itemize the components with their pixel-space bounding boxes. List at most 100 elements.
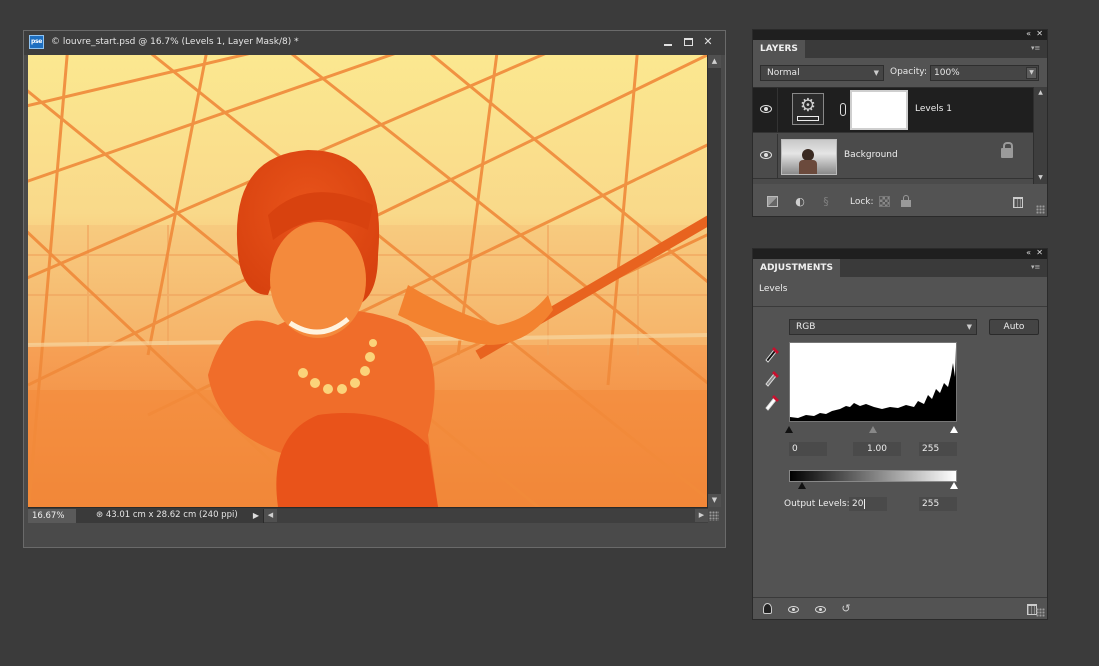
black-point-eyedropper-icon[interactable]	[763, 343, 781, 363]
output-levels-label: Output Levels:	[784, 499, 850, 509]
clip-glyph	[762, 603, 772, 614]
chevron-down-icon: ▼	[966, 323, 972, 331]
thumbnail-figure-body	[799, 160, 817, 174]
collapse-panel-icon[interactable]: «	[1026, 29, 1031, 39]
panel-menu-icon[interactable]: ▾≡	[1031, 44, 1041, 52]
input-gamma-field[interactable]: 1.00	[853, 442, 901, 456]
document-size-info: ⊛ 43.01 cm x 28.62 cm (240 ppi)	[96, 510, 238, 520]
close-panel-icon[interactable]: ✕	[1036, 248, 1043, 258]
panel-menu-icon[interactable]: ▾≡	[1031, 263, 1041, 271]
maximize-icon	[683, 38, 693, 46]
lock-transparency-icon[interactable]	[877, 195, 891, 209]
document-title: © louvre_start.psd @ 16.7% (Levels 1, La…	[51, 37, 299, 47]
chevron-down-icon: ▼	[873, 69, 879, 77]
panel-header-bar: « ✕	[753, 248, 1047, 259]
row-divider	[777, 88, 778, 133]
input-white-field[interactable]: 255	[919, 442, 957, 456]
visibility-eye-icon[interactable]	[760, 105, 772, 113]
layer-row-levels[interactable]: ⚙ Levels 1	[753, 88, 1033, 133]
opacity-value: 100%	[934, 68, 960, 78]
histogram-graph	[790, 347, 956, 421]
document-titlebar[interactable]: pse © louvre_start.psd @ 16.7% (Levels 1…	[24, 31, 725, 55]
reset-icon[interactable]: ↺	[839, 602, 853, 616]
opacity-field[interactable]: 100% ▼	[930, 65, 1039, 81]
panel-resize-grip[interactable]	[1036, 205, 1045, 214]
mask-link-icon[interactable]	[840, 103, 846, 116]
layer-mask-thumbnail[interactable]	[850, 90, 908, 130]
layer-row-background[interactable]: Background	[753, 134, 1033, 179]
layer-name: Background	[844, 150, 898, 160]
view-previous-state-icon[interactable]	[813, 602, 827, 616]
output-white-field[interactable]: 255	[919, 497, 957, 511]
zoom-field[interactable]: 16.67%	[28, 509, 76, 523]
scroll-up-icon[interactable]: ▲	[1034, 87, 1047, 99]
adjustment-base-icon	[797, 116, 819, 121]
output-black-field[interactable]: 20	[849, 497, 887, 511]
tab-adjustments[interactable]: ADJUSTMENTS	[753, 259, 840, 277]
maximize-button[interactable]	[681, 35, 695, 49]
channel-value: RGB	[796, 322, 816, 332]
adjustment-layer-icon[interactable]: ◐	[793, 195, 807, 209]
levels-adjustment-thumbnail[interactable]: ⚙	[792, 93, 824, 125]
panel-resize-grip[interactable]	[1036, 608, 1045, 617]
channel-select[interactable]: RGB ▼	[789, 319, 977, 335]
white-point-eyedropper-icon[interactable]	[763, 391, 781, 411]
collapse-panel-icon[interactable]: «	[1026, 248, 1031, 258]
auto-button[interactable]: Auto	[989, 319, 1039, 335]
background-thumbnail[interactable]	[781, 139, 837, 175]
toggle-visibility-icon[interactable]	[786, 602, 800, 616]
adjustments-footer: ↺	[753, 597, 1047, 619]
image-canvas[interactable]	[28, 55, 708, 507]
output-levels-slider[interactable]	[789, 482, 958, 490]
new-layer-glyph	[766, 196, 778, 207]
layer-list: ⚙ Levels 1 Background	[753, 87, 1033, 184]
input-gamma-handle[interactable]	[869, 426, 877, 433]
gray-point-eyedropper-icon[interactable]	[763, 367, 781, 387]
new-layer-icon[interactable]	[765, 195, 779, 209]
adjustments-panel: « ✕ ADJUSTMENTS ▾≡ Levels RGB ▼ Auto 0 1…	[752, 248, 1048, 620]
close-icon: ✕	[703, 35, 713, 48]
scroll-down-icon[interactable]: ▼	[1034, 172, 1047, 184]
panel-tab-bar: LAYERS ▾≡	[753, 40, 1047, 58]
blend-mode-select[interactable]: Normal ▼	[760, 65, 884, 81]
output-black-handle[interactable]	[798, 482, 806, 489]
layer-name: Levels 1	[915, 104, 953, 114]
output-levels-gradient	[789, 470, 957, 482]
horizontal-scrollbar[interactable]: ◀ ▶	[263, 509, 708, 523]
scroll-right-icon[interactable]: ▶	[695, 509, 708, 522]
checker-glyph	[878, 196, 890, 207]
layer-list-scrollbar[interactable]: ▲ ▼	[1033, 87, 1047, 184]
clip-to-layer-icon[interactable]	[760, 602, 774, 616]
input-black-field[interactable]: 0	[789, 442, 827, 456]
gear-icon: ⚙	[799, 95, 817, 116]
status-bar: 16.67% ⊛ 43.01 cm x 28.62 cm (240 ppi) ▶…	[28, 507, 708, 523]
close-button[interactable]: ✕	[701, 35, 715, 49]
minimize-icon	[664, 44, 672, 46]
pse-app-icon: pse	[29, 35, 44, 49]
opacity-slider-toggle-icon[interactable]: ▼	[1026, 67, 1037, 79]
text-caret	[864, 498, 866, 509]
info-menu-arrow-icon[interactable]: ▶	[250, 510, 262, 522]
eye-icon	[814, 606, 826, 613]
input-black-handle[interactable]	[785, 426, 793, 433]
eye-icon	[787, 606, 799, 613]
vertical-scrollbar[interactable]: ▲ ▼	[707, 55, 721, 507]
scroll-down-icon[interactable]: ▼	[708, 494, 721, 507]
panel-tab-bar: ADJUSTMENTS ▾≡	[753, 259, 1047, 277]
window-resize-grip[interactable]	[709, 511, 719, 521]
lock-all-icon[interactable]	[899, 195, 913, 209]
delete-layer-icon[interactable]	[1011, 195, 1025, 209]
tab-layers[interactable]: LAYERS	[753, 40, 805, 58]
document-window[interactable]: pse © louvre_start.psd @ 16.7% (Levels 1…	[23, 30, 726, 548]
minimize-button[interactable]	[661, 35, 675, 49]
input-white-handle[interactable]	[950, 426, 958, 433]
output-white-handle[interactable]	[950, 482, 958, 489]
link-layers-icon[interactable]: §	[819, 195, 833, 209]
blend-mode-value: Normal	[767, 68, 800, 78]
lock-icon	[1001, 142, 1013, 158]
visibility-eye-icon[interactable]	[760, 151, 772, 159]
input-levels-slider[interactable]	[785, 426, 958, 434]
scroll-left-icon[interactable]: ◀	[264, 509, 277, 522]
close-panel-icon[interactable]: ✕	[1036, 29, 1043, 39]
scroll-up-icon[interactable]: ▲	[708, 55, 721, 68]
